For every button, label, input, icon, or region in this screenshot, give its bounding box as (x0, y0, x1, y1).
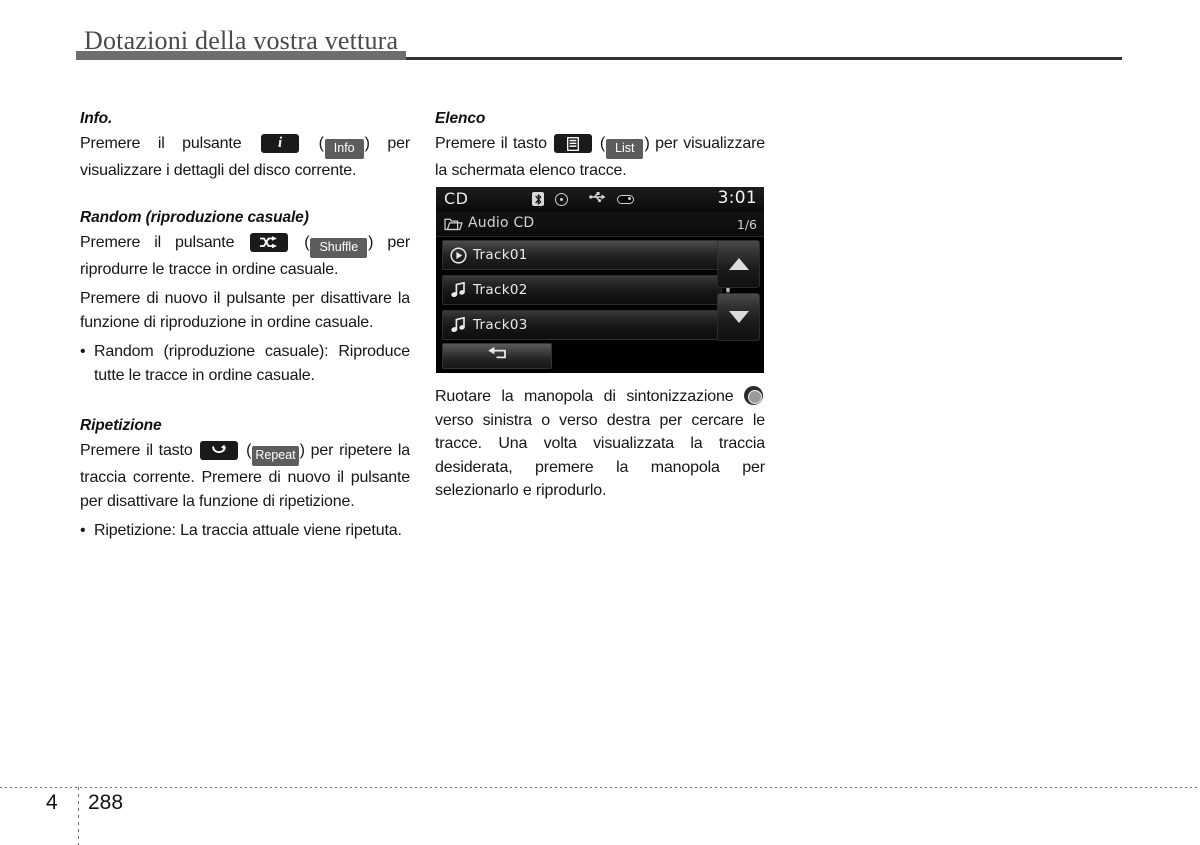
usb-icon (589, 190, 606, 208)
repeat-key[interactable] (200, 441, 239, 460)
cd-track-list-area: Track01 Track02 Track03 (436, 237, 764, 373)
section-repeat-body: Premere il tasto (Repeat) per ripetere l… (80, 439, 410, 513)
play-circle-icon (443, 246, 473, 264)
section-random: Random (riproduzione casuale) Premere il… (80, 209, 410, 388)
track-list-item[interactable]: Track01 (442, 240, 722, 270)
list-icon (554, 134, 592, 153)
section-repeat: Ripetizione Premere il tasto (Repeat) pe… (80, 417, 410, 543)
section-list: Elenco Premere il tasto (List) per visua… (435, 110, 765, 183)
folder-icon (444, 217, 463, 231)
arrow-up-icon (728, 258, 749, 270)
repeat-text-before: Premere il tasto (80, 442, 193, 459)
cd-source-label: CD (444, 189, 469, 208)
bullet-marker: • (80, 522, 86, 539)
shuffle-key[interactable] (250, 232, 289, 252)
cd-status-bar: CD 3:01 (436, 187, 764, 212)
info-i-icon: i (278, 135, 283, 151)
info-text-before: Premere il pulsante (80, 135, 242, 152)
right-column: Elenco Premere il tasto (List) per visua… (435, 110, 765, 183)
cd-track-list: Track01 Track02 Track03 (442, 240, 722, 345)
footer-divider-horizontal (0, 787, 1200, 788)
cd-head-unit-screen: CD 3:01 Audio CD 1/6 Track01 Track02 Tra… (436, 187, 764, 373)
knob-instruction-block: Ruotare la manopola di sintonizzazione v… (435, 385, 765, 503)
manual-page: Dotazioni della vostra vettura Info. Pre… (0, 0, 1200, 845)
left-column: Info. Premere il pulsante i (Info) per v… (80, 110, 410, 543)
random-text-before: Premere il pulsante (80, 233, 235, 251)
track-label: Track03 (473, 317, 528, 333)
tuning-knob-icon (744, 386, 764, 405)
section-random-body: Premere il pulsante (Shuffle) per riprod… (80, 231, 410, 282)
cd-folder-bar: Audio CD 1/6 (436, 212, 764, 237)
usb-drive-icon (617, 194, 634, 204)
repeat-paren-close: ) (299, 442, 305, 459)
section-info-body: Premere il pulsante i (Info) per visuali… (80, 132, 410, 183)
info-softkey[interactable]: Info (324, 139, 364, 159)
info-paren-open: ( (318, 135, 324, 152)
section-info-heading: Info. (80, 110, 113, 127)
track-label: Track02 (473, 282, 528, 298)
section-list-heading: Elenco (435, 110, 486, 127)
section-repeat-heading: Ripetizione (80, 417, 162, 434)
knob-text-before: Ruotare la manopola di sintonizzazione (435, 388, 734, 405)
random-bullet: • Random (riproduzione casuale): Riprodu… (80, 340, 410, 387)
knob-instruction-text: Ruotare la manopola di sintonizzazione v… (435, 385, 765, 503)
cd-clock: 3:01 (717, 188, 757, 208)
info-paren-close: ) (364, 135, 370, 152)
random-paren-open: ( (304, 233, 310, 251)
bluetooth-icon (532, 192, 544, 206)
section-info: Info. Premere il pulsante i (Info) per v… (80, 110, 410, 183)
shuffle-icon (250, 233, 288, 252)
info-i-key[interactable]: i (261, 134, 300, 153)
random-paren-close: ) (368, 233, 374, 251)
arrow-down-icon (728, 311, 749, 323)
cd-track-count: 1/6 (736, 217, 757, 232)
bullet-text: Ripetizione: La traccia attuale viene ri… (94, 522, 402, 539)
header-rule-accent (76, 51, 406, 60)
list-text-before: Premere il tasto (435, 135, 547, 152)
cd-status-icons (532, 190, 634, 208)
track-label: Track01 (473, 247, 528, 263)
header-rule-line (406, 57, 1122, 60)
scroll-up-button[interactable] (717, 240, 760, 288)
section-random-paragraph2: Premere di nuovo il pulsante per disatti… (80, 290, 410, 331)
list-paren-close: ) (644, 135, 650, 152)
music-note-icon (443, 282, 473, 298)
repeat-icon (200, 441, 238, 460)
music-note-icon (443, 317, 473, 333)
list-softkey[interactable]: List (606, 139, 644, 159)
repeat-softkey[interactable]: Repeat (252, 446, 299, 466)
footer-divider-vertical (78, 787, 79, 845)
repeat-paren-open: ( (246, 442, 252, 459)
disc-icon (555, 192, 568, 206)
repeat-bullet: • Ripetizione: La traccia attuale viene … (80, 519, 410, 543)
list-paren-open: ( (599, 135, 606, 152)
list-key[interactable] (554, 134, 593, 153)
track-list-item[interactable]: Track03 (442, 310, 722, 340)
footer-page-number: 288 (88, 791, 124, 814)
shuffle-softkey[interactable]: Shuffle (310, 237, 368, 258)
footer-chapter-number: 4 (46, 791, 58, 814)
knob-text-after: verso sinistra o verso destra per cercar… (435, 411, 765, 500)
back-button[interactable] (442, 343, 552, 369)
track-list-item[interactable]: Track02 (442, 275, 722, 305)
bullet-marker: • (80, 343, 86, 360)
scroll-down-button[interactable] (717, 293, 760, 341)
section-random-heading: Random (riproduzione casuale) (80, 208, 309, 226)
cd-folder-label: Audio CD (468, 215, 535, 231)
back-arrow-icon (485, 346, 509, 366)
bullet-text: Random (riproduzione casuale): Riproduce… (94, 343, 410, 384)
section-list-body: Premere il tasto (List) per visualizzare… (435, 132, 765, 183)
